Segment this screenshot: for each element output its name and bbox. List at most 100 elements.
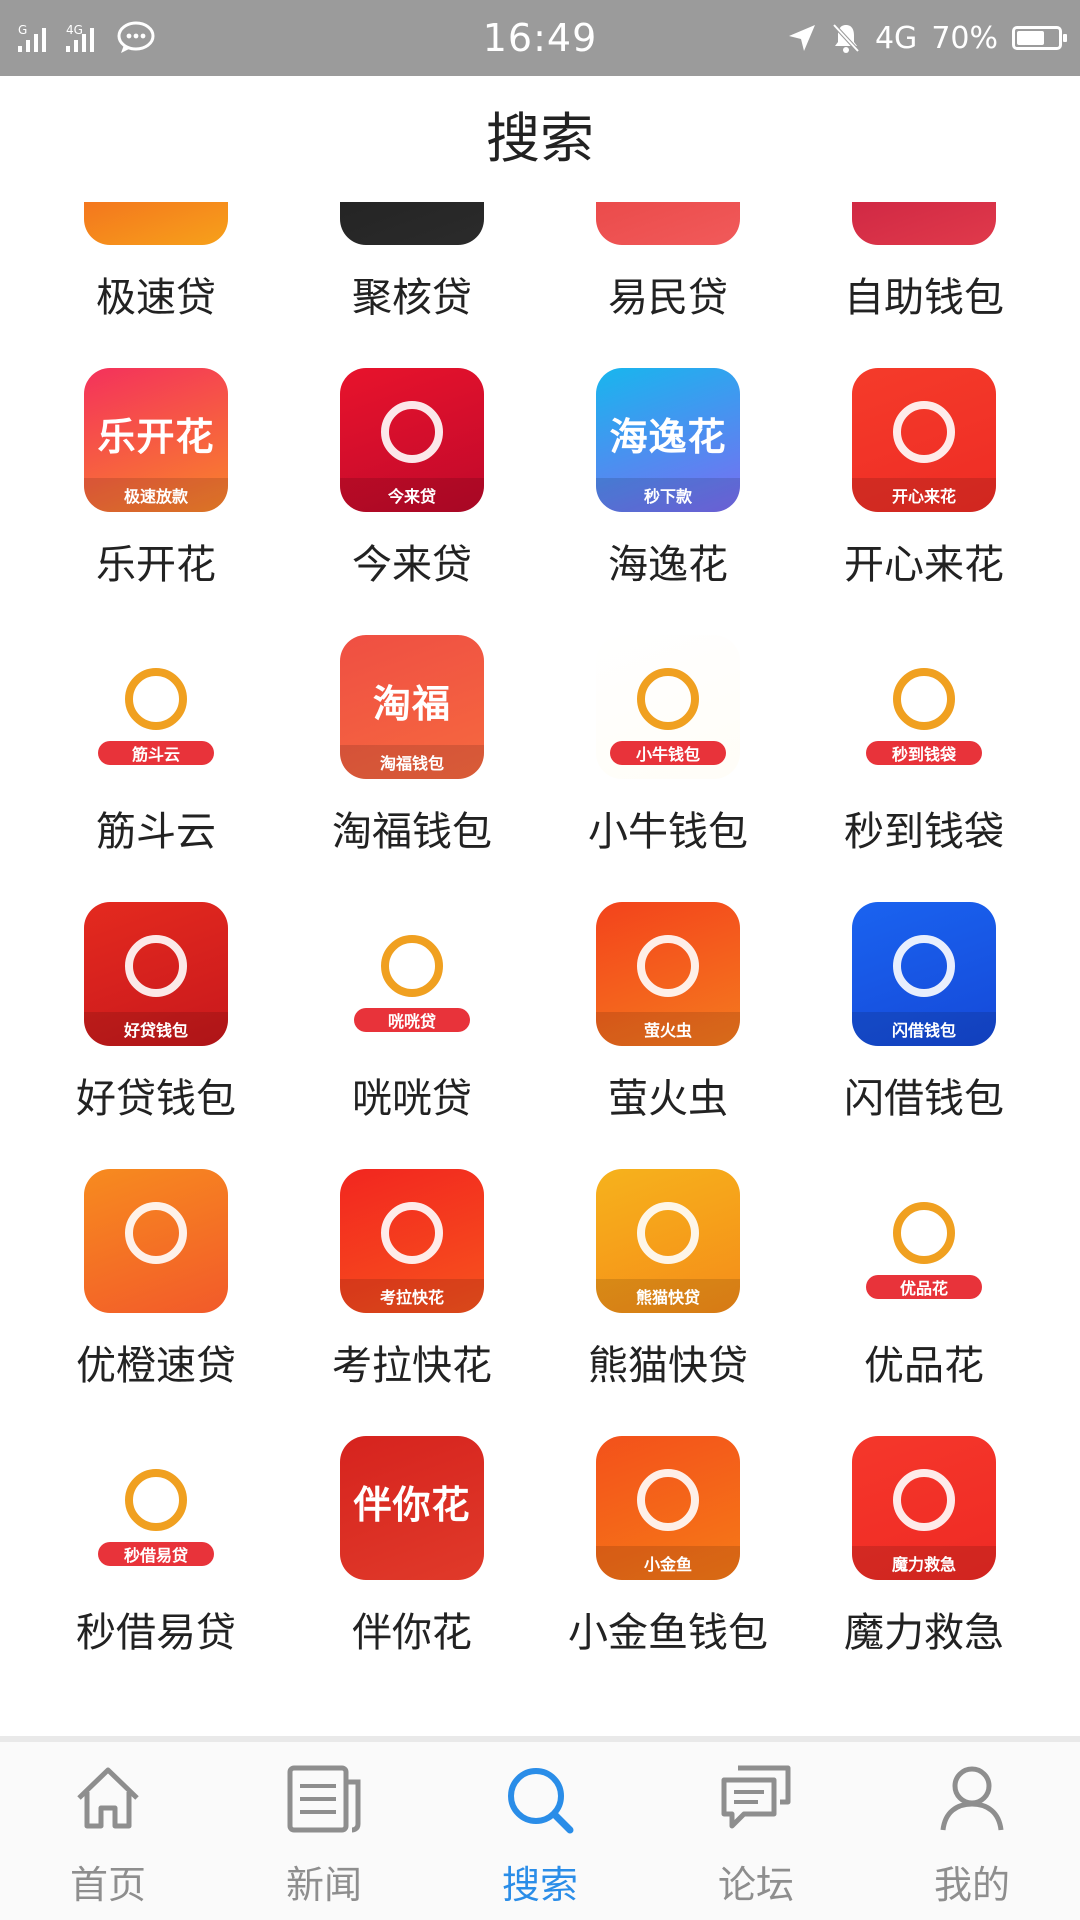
battery-icon bbox=[1012, 26, 1067, 50]
app-tile[interactable]: 小金鱼 小金鱼钱包 bbox=[540, 1436, 796, 1668]
app-tile[interactable]: 萤火虫 萤火虫 bbox=[540, 902, 796, 1134]
app-label: 海逸花 bbox=[608, 542, 728, 588]
app-icon[interactable] bbox=[84, 1169, 228, 1313]
app-tile[interactable]: 优橙速贷 bbox=[28, 1169, 284, 1401]
app-label: 秒到钱袋 bbox=[844, 809, 1004, 855]
app-logo-mark: 乐开花 bbox=[97, 414, 215, 459]
app-icon[interactable]: 开心来花 bbox=[852, 368, 996, 512]
app-icon[interactable]: 秒到钱袋 bbox=[852, 635, 996, 779]
app-icon[interactable]: 秒借易贷 bbox=[84, 1436, 228, 1580]
app-label: 魔力救急 bbox=[844, 1610, 1004, 1656]
app-icon[interactable]: 淘福 淘福钱包 bbox=[340, 635, 484, 779]
app-logo-mark bbox=[125, 935, 187, 997]
app-tile[interactable]: 自助钱包 bbox=[796, 202, 1052, 333]
app-icon[interactable]: 考拉快花 bbox=[340, 1169, 484, 1313]
app-tile[interactable]: 聚核贷 bbox=[284, 202, 540, 333]
forum-icon bbox=[721, 1765, 791, 1829]
app-icon[interactable]: 魔力救急 bbox=[852, 1436, 996, 1580]
app-icon[interactable]: 萤火虫 bbox=[596, 902, 740, 1046]
app-icon-caption: 咣咣贷 bbox=[354, 1008, 470, 1032]
app-icon[interactable]: 咣咣贷 bbox=[340, 902, 484, 1046]
app-icon-caption: 秒借易贷 bbox=[98, 1542, 214, 1566]
battery-percent: 70% bbox=[931, 20, 998, 56]
app-tile[interactable]: 优品花 优品花 bbox=[796, 1169, 1052, 1401]
status-bar: G 4G 16:49 4G 70% bbox=[0, 0, 1080, 76]
app-tile[interactable]: 闪借钱包 闪借钱包 bbox=[796, 902, 1052, 1134]
nav-profile[interactable]: 我的 bbox=[864, 1742, 1080, 1920]
app-icon-caption: 筋斗云 bbox=[98, 741, 214, 765]
app-icon-caption: 开心来花 bbox=[852, 478, 996, 512]
nav-home[interactable]: 首页 bbox=[0, 1742, 216, 1920]
app-icon[interactable]: 海逸花 秒下款 bbox=[596, 368, 740, 512]
home-icon bbox=[77, 1767, 139, 1829]
app-tile[interactable]: 好贷钱包 好贷钱包 bbox=[28, 902, 284, 1134]
app-icon[interactable]: 闪借钱包 bbox=[852, 902, 996, 1046]
app-logo-mark bbox=[893, 401, 955, 463]
app-icon[interactable]: 熊猫快贷 bbox=[596, 1169, 740, 1313]
app-label: 聚核贷 bbox=[352, 275, 472, 321]
app-tile[interactable]: 考拉快花 考拉快花 bbox=[284, 1169, 540, 1401]
app-grid-viewport[interactable]: 极速贷 聚核贷 易民贷 自助钱包 乐开花 极速放款 乐开花 今来贷 今来贷 海逸花 秒下款 海逸花 开心… bbox=[0, 202, 1080, 1736]
app-icon[interactable]: 小牛钱包 bbox=[596, 635, 740, 779]
app-tile[interactable]: 秒到钱袋 秒到钱袋 bbox=[796, 635, 1052, 867]
app-tile[interactable]: 筋斗云 筋斗云 bbox=[28, 635, 284, 867]
app-icon[interactable]: 好贷钱包 bbox=[84, 902, 228, 1046]
app-logo-mark bbox=[381, 935, 443, 997]
status-right: 4G 70% bbox=[787, 14, 1067, 62]
app-icon[interactable]: 小金鱼 bbox=[596, 1436, 740, 1580]
app-icon-caption: 极速放款 bbox=[84, 478, 228, 512]
app-icon-caption: 考拉快花 bbox=[340, 1279, 484, 1313]
app-label: 咣咣贷 bbox=[352, 1076, 472, 1122]
app-label: 自助钱包 bbox=[844, 275, 1004, 321]
app-icon[interactable] bbox=[852, 202, 996, 245]
app-tile[interactable]: 今来贷 今来贷 bbox=[284, 368, 540, 600]
app-tile[interactable]: 海逸花 秒下款 海逸花 bbox=[540, 368, 796, 600]
app-label: 开心来花 bbox=[844, 542, 1004, 588]
app-label: 优品花 bbox=[864, 1343, 984, 1389]
app-logo-mark bbox=[893, 668, 955, 730]
app-icon[interactable]: 今来贷 bbox=[340, 368, 484, 512]
app-icon-caption: 魔力救急 bbox=[852, 1546, 996, 1580]
app-icon-caption: 秒到钱袋 bbox=[866, 741, 982, 765]
app-icon-caption: 小金鱼 bbox=[596, 1546, 740, 1580]
app-logo-mark bbox=[637, 668, 699, 730]
app-icon[interactable] bbox=[84, 202, 228, 245]
app-icon-caption: 小牛钱包 bbox=[610, 741, 726, 765]
app-icon-caption: 萤火虫 bbox=[596, 1012, 740, 1046]
app-icon[interactable]: 优品花 bbox=[852, 1169, 996, 1313]
app-grid: 极速贷 聚核贷 易民贷 自助钱包 乐开花 极速放款 乐开花 今来贷 今来贷 海逸花 秒下款 海逸花 开心… bbox=[0, 202, 1080, 1668]
mute-bell-icon bbox=[832, 23, 860, 53]
bottom-nav: 首页 新闻 搜索 论坛 我的 bbox=[0, 1736, 1080, 1920]
app-logo-mark bbox=[125, 1469, 187, 1531]
app-label: 乐开花 bbox=[96, 542, 216, 588]
app-logo-mark bbox=[637, 1202, 699, 1264]
app-tile[interactable]: 熊猫快贷 熊猫快贷 bbox=[540, 1169, 796, 1401]
nav-search-label: 搜索 bbox=[501, 1863, 578, 1907]
app-tile[interactable]: 咣咣贷 咣咣贷 bbox=[284, 902, 540, 1134]
app-logo-mark bbox=[637, 935, 699, 997]
app-icon[interactable] bbox=[340, 202, 484, 245]
app-label: 好贷钱包 bbox=[76, 1076, 236, 1122]
app-label: 秒借易贷 bbox=[76, 1610, 236, 1656]
app-tile[interactable]: 易民贷 bbox=[540, 202, 796, 333]
app-tile[interactable]: 伴你花 伴你花 bbox=[284, 1436, 540, 1668]
network-type: 4G bbox=[874, 20, 918, 56]
app-tile[interactable]: 开心来花 开心来花 bbox=[796, 368, 1052, 600]
app-icon[interactable]: 伴你花 bbox=[340, 1436, 484, 1580]
app-logo-mark bbox=[637, 1469, 699, 1531]
app-icon[interactable]: 乐开花 极速放款 bbox=[84, 368, 228, 512]
app-tile[interactable]: 魔力救急 魔力救急 bbox=[796, 1436, 1052, 1668]
nav-forum[interactable]: 论坛 bbox=[648, 1742, 864, 1920]
app-label: 小金鱼钱包 bbox=[568, 1610, 768, 1656]
app-tile[interactable]: 乐开花 极速放款 乐开花 bbox=[28, 368, 284, 600]
app-tile[interactable]: 小牛钱包 小牛钱包 bbox=[540, 635, 796, 867]
nav-search[interactable]: 搜索 bbox=[432, 1742, 648, 1920]
page-title: 搜索 bbox=[0, 76, 1080, 202]
app-tile[interactable]: 极速贷 bbox=[28, 202, 284, 333]
app-icon[interactable]: 筋斗云 bbox=[84, 635, 228, 779]
app-tile[interactable]: 淘福 淘福钱包 淘福钱包 bbox=[284, 635, 540, 867]
app-icon[interactable] bbox=[596, 202, 740, 245]
app-tile[interactable]: 秒借易贷 秒借易贷 bbox=[28, 1436, 284, 1668]
nav-news[interactable]: 新闻 bbox=[216, 1742, 432, 1920]
news-icon bbox=[287, 1765, 361, 1833]
